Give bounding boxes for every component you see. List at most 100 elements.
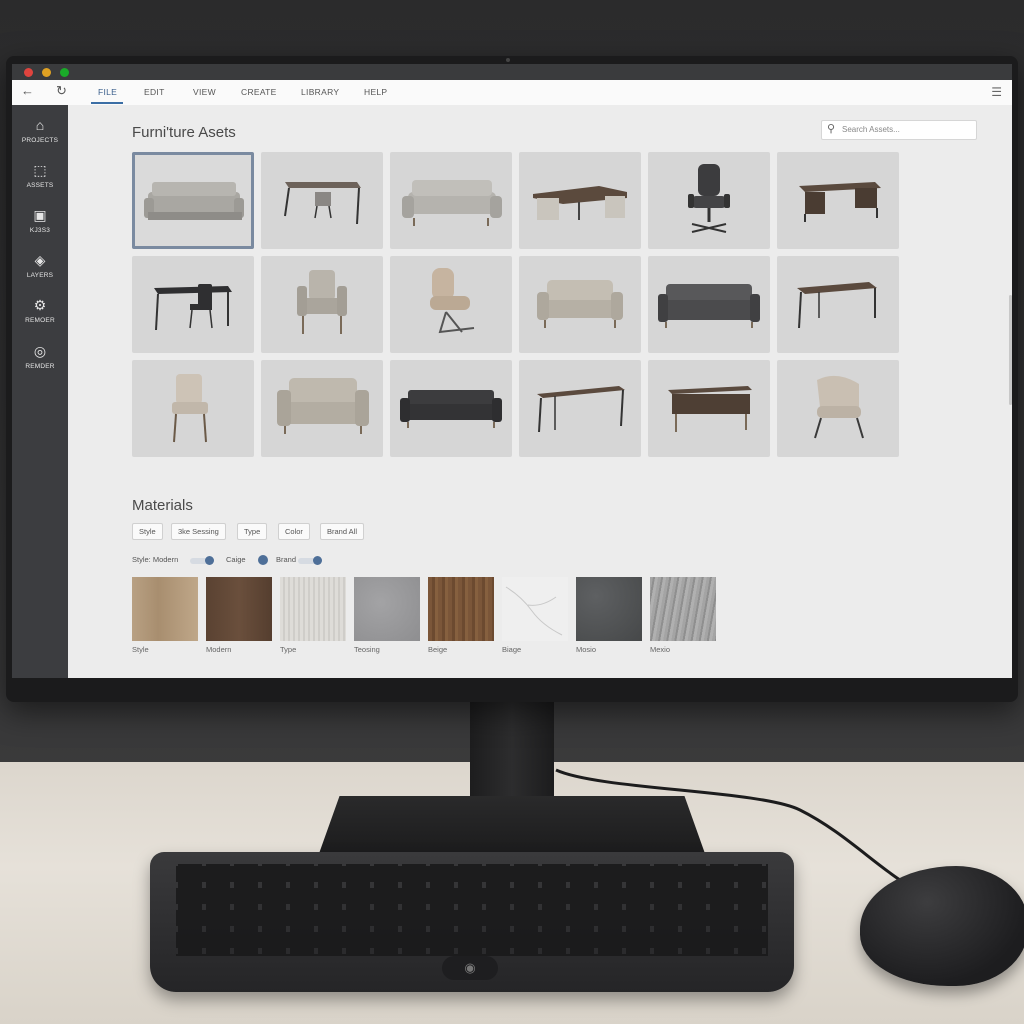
armchair-thumbnail <box>297 270 347 334</box>
swatch-label: Beige <box>428 645 448 654</box>
search-input[interactable]: ⚲ Search Assets... <box>821 120 977 140</box>
color-radio[interactable] <box>258 555 268 565</box>
sidebar-item-label: LAYERS <box>26 272 54 279</box>
swatch-label: Type <box>280 645 297 654</box>
search-icon: ⚲ <box>827 123 836 135</box>
reload-icon[interactable]: ↻ <box>56 83 67 99</box>
dark-sofa-thumbnail <box>400 390 502 428</box>
asset-tile-sideboard-desk[interactable] <box>648 360 770 457</box>
sidebar-item-layers[interactable]: ◈ LAYERS <box>12 252 68 279</box>
menu-view[interactable]: VIEW <box>193 87 216 97</box>
asset-tile-desk[interactable] <box>777 256 899 353</box>
asset-tile-loveseat[interactable] <box>519 256 641 353</box>
sidebar-item-assets[interactable]: ⬚ ASSETS <box>12 162 68 189</box>
swatch-white-oak[interactable] <box>280 577 346 641</box>
maximize-window-button[interactable] <box>60 68 69 77</box>
material-filter-chips: Style 3ke Sessing Type Color Brand All <box>132 523 432 541</box>
swatch-light-wood[interactable] <box>132 577 198 641</box>
desk-with-chair-thumbnail <box>154 284 232 331</box>
swatch-label: Mexio <box>650 645 671 654</box>
sidebar-item-remder[interactable]: ◎ REMDER <box>12 343 68 370</box>
menu-file[interactable]: FILE <box>98 87 117 97</box>
chip-sessing[interactable]: 3ke Sessing <box>171 523 226 540</box>
swatch-label: Teosing <box>354 645 380 654</box>
keyboard[interactable]: ◉ <box>150 852 794 992</box>
accent-chair-thumbnail <box>814 375 864 439</box>
executive-desk-thumbnail <box>799 182 881 222</box>
menu-edit[interactable]: EDIT <box>144 87 165 97</box>
asset-tile-dining-chair[interactable] <box>132 360 254 457</box>
chip-style[interactable]: Style <box>132 523 163 540</box>
swatch-marble[interactable] <box>502 577 568 641</box>
sidebar-item-render[interactable]: ⚙ REMOER <box>12 297 68 324</box>
loveseat-thumbnail <box>537 280 623 328</box>
asset-tile-sofa[interactable] <box>390 152 512 249</box>
swatch-dark-wood[interactable] <box>206 577 272 641</box>
chip-type[interactable]: Type <box>237 523 268 540</box>
cube-icon: ⬚ <box>33 162 47 178</box>
menu-create[interactable]: CREATE <box>241 87 277 97</box>
main-content: Furni'ture Asets ⚲ Search Assets... Mate… <box>68 105 1012 678</box>
asset-tile-desk[interactable] <box>519 360 641 457</box>
materials-title: Materials <box>132 497 193 514</box>
asset-tile-desk-with-chair[interactable] <box>132 256 254 353</box>
sidebar-item-projects[interactable]: ⌂ PROJECTS <box>12 117 68 144</box>
swatch-label: Style <box>132 645 149 654</box>
loveseat-thumbnail <box>277 378 369 434</box>
chip-brand-all[interactable]: Brand All <box>320 523 365 540</box>
hamburger-icon[interactable]: ☰ <box>991 85 1002 99</box>
swatch-slate[interactable] <box>576 577 642 641</box>
swatch-stone[interactable] <box>650 577 716 641</box>
sidebar-item-label: REMDER <box>25 363 55 370</box>
desk-thumbnail <box>797 282 877 329</box>
lounge-chair-thumbnail <box>430 268 475 334</box>
sideboard-desk-thumbnail <box>668 386 752 432</box>
asset-tile-office-chair[interactable] <box>648 152 770 249</box>
sofa-thumbnail <box>144 182 244 220</box>
style-filter-label: Style: Modern <box>132 555 179 564</box>
dining-chair-thumbnail <box>172 374 208 443</box>
chip-color[interactable]: Color <box>278 523 310 540</box>
scrollbar[interactable] <box>1009 295 1012 405</box>
back-arrow-icon[interactable]: ← <box>21 83 34 98</box>
menu-library[interactable]: LIBRARY <box>301 87 339 97</box>
style-toggle[interactable] <box>190 556 214 565</box>
globe-icon: ◎ <box>33 343 47 359</box>
desk-thumbnail <box>537 386 625 433</box>
keyboard-keys[interactable] <box>176 864 768 956</box>
image-icon: ▣ <box>33 207 47 223</box>
asset-tile-dark-sofa[interactable] <box>648 256 770 353</box>
brand-filter-label: Brand <box>276 555 297 564</box>
asset-tile-desk-with-chair[interactable] <box>261 152 383 249</box>
asset-tile-dark-sofa[interactable] <box>390 360 512 457</box>
close-window-button[interactable] <box>24 68 33 77</box>
swatch-concrete[interactable] <box>354 577 420 641</box>
menu-bar: ← ↻ FILE EDIT VIEW CREATE LIBRARY HELP ☰ <box>12 80 1012 106</box>
sidebar-item-label: KJ3S3 <box>29 227 51 234</box>
home-icon: ⌂ <box>35 117 45 133</box>
assets-title: Furni'ture Asets <box>132 124 236 141</box>
search-placeholder: Search Assets... <box>842 125 900 134</box>
asset-tile-armchair[interactable] <box>261 256 383 353</box>
material-swatches: Style Modern Type Teosing Beige Biage Mo… <box>132 577 732 663</box>
app-window: ← ↻ FILE EDIT VIEW CREATE LIBRARY HELP ☰… <box>12 64 1012 678</box>
brand-toggle[interactable] <box>298 556 322 565</box>
asset-tile-lounge-chair[interactable] <box>390 256 512 353</box>
sidebar: ⌂ PROJECTS ⬚ ASSETS ▣ KJ3S3 ◈ LAYERS ⚙ R… <box>12 105 68 678</box>
render-icon: ⚙ <box>33 297 47 313</box>
sofa-thumbnail <box>402 180 502 226</box>
asset-tile-loveseat[interactable] <box>261 360 383 457</box>
l-shaped-desk-thumbnail <box>533 186 627 220</box>
swatch-walnut[interactable] <box>428 577 494 641</box>
minimize-window-button[interactable] <box>42 68 51 77</box>
menu-help[interactable]: HELP <box>364 87 387 97</box>
asset-tile-accent-chair[interactable] <box>777 360 899 457</box>
swatch-label: Modern <box>206 645 232 654</box>
asset-tile-executive-desk[interactable] <box>777 152 899 249</box>
asset-tile-l-shaped-desk[interactable] <box>519 152 641 249</box>
sidebar-item-kj3s3[interactable]: ▣ KJ3S3 <box>12 207 68 234</box>
asset-tile-sofa[interactable] <box>132 152 254 249</box>
material-filter-row: Style: Modern Caige Brand <box>132 553 392 567</box>
desk-with-chair-thumbnail <box>284 182 361 225</box>
keyboard-logo-icon: ◉ <box>442 956 498 980</box>
